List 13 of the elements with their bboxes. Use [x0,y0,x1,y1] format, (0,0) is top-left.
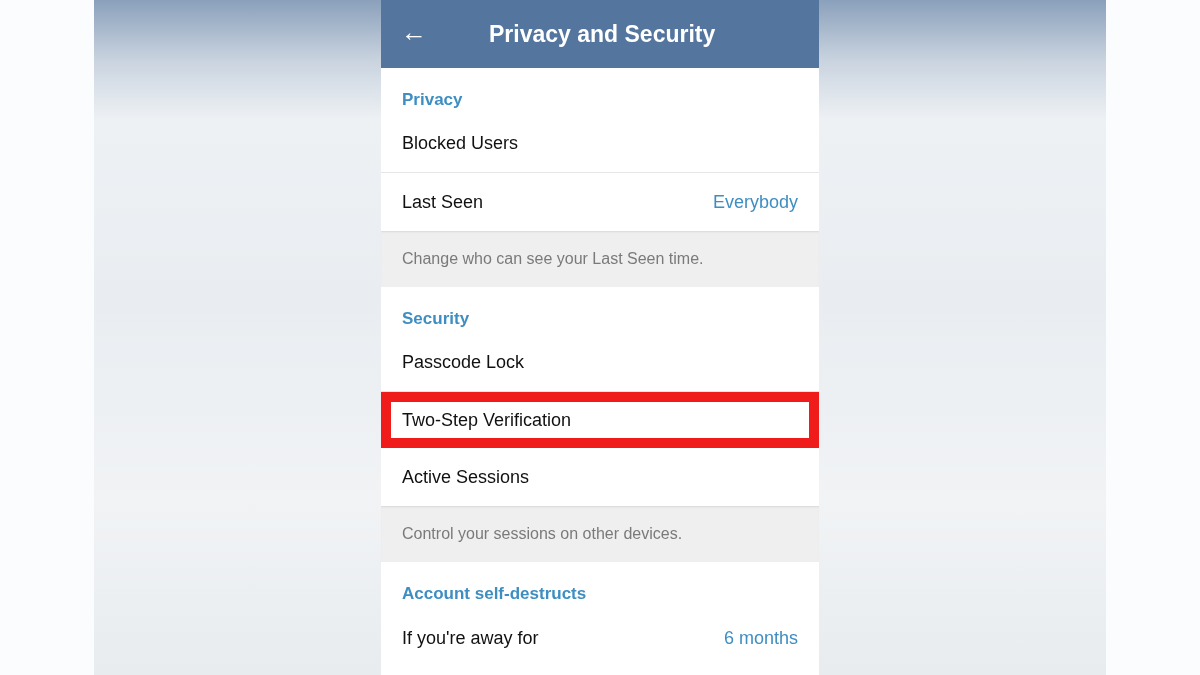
settings-row[interactable]: Active Sessions [381,448,819,506]
screen-title: Privacy and Security [489,20,716,48]
hint-text: Change who can see your Last Seen time. [402,250,704,268]
settings-row[interactable]: Passcode Lock [381,334,819,392]
settings-row[interactable]: If you're away for 6 months [381,609,819,667]
settings-row[interactable]: Two-Step Verification [381,392,819,448]
hint-text: Control your sessions on other devices. [402,525,683,543]
settings-row[interactable]: Last Seen Everybody [381,173,819,231]
back-button[interactable]: ← [381,16,469,52]
section-header: Account self-destructs [402,584,587,604]
section-header: Privacy [402,90,463,110]
settings-row[interactable]: Blocked Users [381,115,819,173]
section-header: Security [402,309,470,329]
